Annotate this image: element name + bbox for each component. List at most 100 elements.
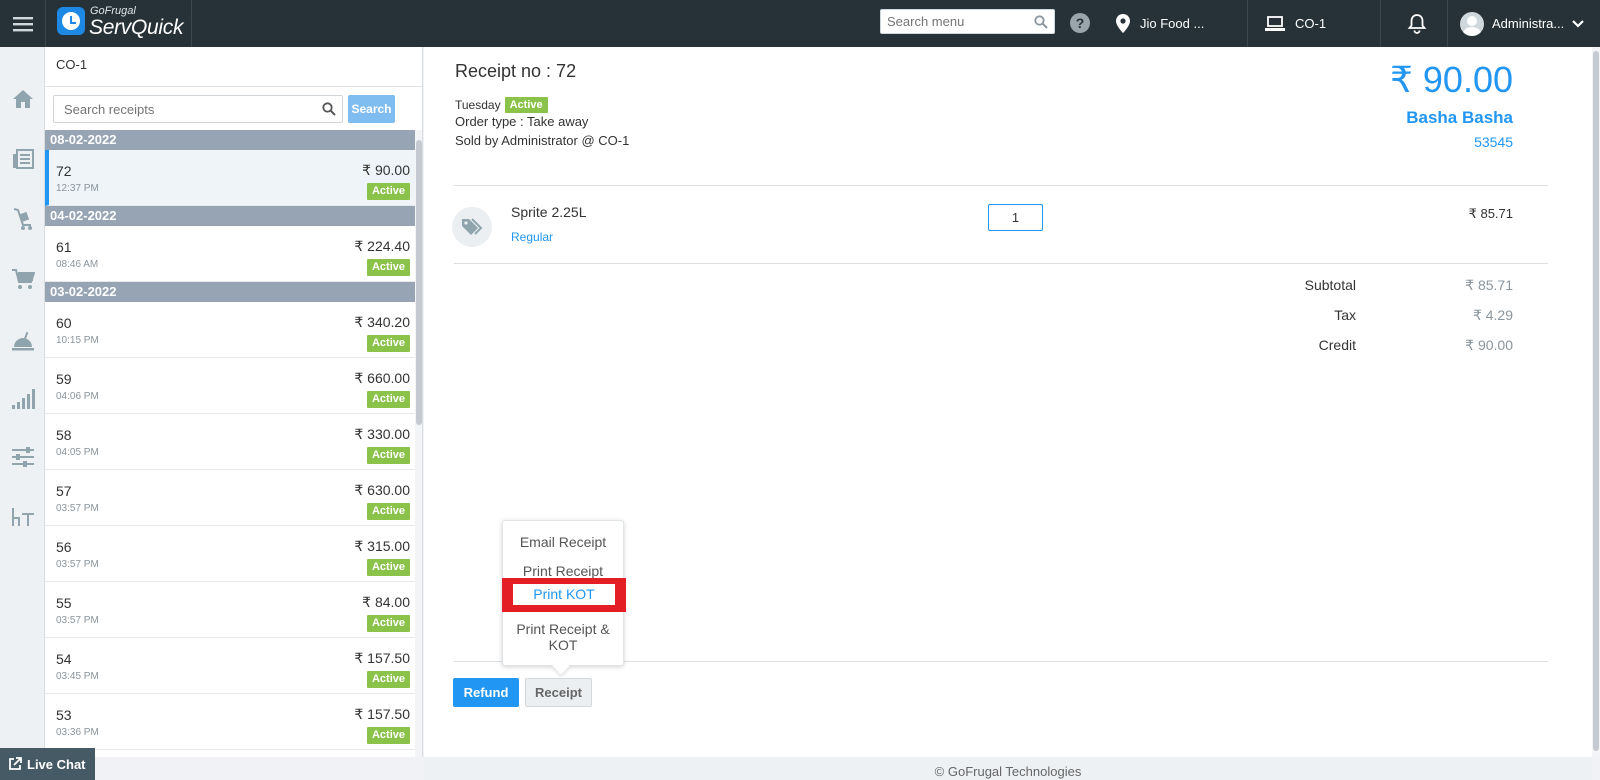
- receipt-amount: ₹ 157.50: [354, 706, 410, 722]
- shopping-cart-icon: [12, 269, 35, 289]
- home-icon: [13, 90, 33, 108]
- receipt-search-input[interactable]: [54, 96, 309, 122]
- receipt-search-button[interactable]: Search: [348, 95, 395, 123]
- notification-bell-icon[interactable]: [1407, 13, 1427, 34]
- date-group-header: 04-02-2022: [45, 206, 415, 226]
- nav-home[interactable]: [11, 87, 35, 111]
- counter-name: CO-1: [1295, 16, 1327, 31]
- menu-item-label: KOT: [548, 637, 578, 653]
- search-icon[interactable]: [322, 102, 336, 116]
- credit-label: Credit: [1318, 337, 1356, 353]
- left-nav-rail: [0, 47, 45, 780]
- tax-value: ₹ 4.29: [1472, 307, 1513, 323]
- cart-trolley-icon: [13, 208, 32, 230]
- receipt-number: 56: [56, 539, 72, 555]
- receipt-number: 54: [56, 651, 72, 667]
- receipt-amount: ₹ 157.50: [354, 650, 410, 666]
- refund-button[interactable]: Refund: [453, 678, 519, 707]
- receipt-dropdown-menu: Email Receipt Print Receipt Print KOT Pr…: [502, 520, 626, 666]
- item-price: ₹ 85.71: [1468, 206, 1513, 221]
- date-group-header: 03-02-2022: [45, 282, 415, 302]
- nav-receipts[interactable]: [11, 147, 35, 171]
- list-panel-header: CO-1: [56, 57, 88, 72]
- status-badge: Active: [366, 335, 410, 352]
- menu-item-print-receipt[interactable]: Print Receipt: [503, 563, 623, 579]
- footer: © GoFrugal Technologies: [424, 757, 1592, 780]
- menu-item-print-kot[interactable]: Print KOT: [513, 584, 615, 605]
- menu-item-email-receipt[interactable]: Email Receipt: [503, 534, 623, 550]
- nav-settings[interactable]: [11, 445, 35, 469]
- topbar-divider: [1380, 0, 1381, 47]
- receipt-time: 12:37 PM: [56, 183, 99, 194]
- credit-value: ₹ 90.00: [1465, 337, 1513, 353]
- top-bar: GoFrugal ServQuick ? Jio Food ... CO-1 A…: [0, 0, 1600, 47]
- status-badge: Active: [366, 183, 410, 200]
- hamburger-menu-button[interactable]: [0, 0, 46, 47]
- receipt-amount: ₹ 660.00: [354, 370, 410, 386]
- live-chat-label: Live Chat: [27, 756, 86, 772]
- nav-kitchen[interactable]: [11, 329, 35, 353]
- status-badge: Active: [366, 671, 410, 688]
- external-link-icon: [9, 757, 22, 770]
- search-menu-input[interactable]: [881, 10, 1029, 33]
- item-variant[interactable]: Regular: [511, 230, 553, 244]
- help-icon[interactable]: ?: [1070, 13, 1090, 33]
- receipt-time: 03:57 PM: [56, 615, 99, 626]
- receipt-amount: ₹ 224.40: [354, 238, 410, 254]
- signal-bars-icon: [12, 389, 35, 409]
- status-badge: Active: [504, 97, 548, 113]
- clock-logo-icon: [57, 7, 85, 35]
- page-scrollbar[interactable]: [1592, 47, 1600, 757]
- counter-selector[interactable]: CO-1: [1265, 0, 1326, 47]
- receipt-row[interactable]: 55 03:57 PM ₹ 84.00 Active: [45, 582, 415, 638]
- status-badge: Active: [366, 447, 410, 464]
- hamburger-icon: [12, 16, 33, 31]
- receipt-row[interactable]: 58 04:05 PM ₹ 330.00 Active: [45, 414, 415, 470]
- receipt-row[interactable]: 57 03:57 PM ₹ 630.00 Active: [45, 470, 415, 526]
- location-name: Jio Food ...: [1140, 16, 1205, 31]
- user-menu[interactable]: Administra...: [1460, 0, 1585, 47]
- receipt-row[interactable]: 53 03:36 PM ₹ 157.50 Active: [45, 694, 415, 750]
- receipt-time: 03:57 PM: [56, 559, 99, 570]
- receipt-button[interactable]: Receipt: [525, 678, 592, 707]
- receipt-number: 60: [56, 315, 72, 331]
- page-scrollbar-thumb[interactable]: [1593, 51, 1599, 751]
- subtotal-label: Subtotal: [1304, 277, 1356, 293]
- receipt-list: 08-02-2022 72 12:37 PM ₹ 90.00 Active 04…: [45, 130, 415, 750]
- list-scrollbar-thumb[interactable]: [416, 140, 422, 425]
- day-label: Tuesday: [455, 98, 501, 112]
- nav-tables[interactable]: [11, 505, 35, 529]
- pos-terminal-icon: [1265, 15, 1285, 31]
- receipt-row[interactable]: 54 03:45 PM ₹ 157.50 Active: [45, 638, 415, 694]
- receipt-amount: ₹ 340.20: [354, 314, 410, 330]
- customer-name[interactable]: Basha Basha: [1406, 108, 1513, 128]
- receipt-number: 57: [56, 483, 72, 499]
- location-selector[interactable]: Jio Food ...: [1116, 0, 1204, 47]
- search-menu-box: [880, 9, 1055, 34]
- receipt-row[interactable]: 56 03:57 PM ₹ 315.00 Active: [45, 526, 415, 582]
- list-scrollbar[interactable]: [415, 130, 422, 757]
- receipt-total: ₹ 90.00: [1390, 59, 1513, 100]
- location-pin-icon: [1116, 14, 1130, 33]
- status-badge: Active: [366, 727, 410, 744]
- receipt-day: Tuesday Active: [455, 97, 548, 113]
- nav-delivery[interactable]: [11, 207, 35, 231]
- receipt-row[interactable]: 72 12:37 PM ₹ 90.00 Active: [45, 150, 415, 206]
- nav-reports[interactable]: [11, 387, 35, 411]
- menu-item-print-receipt-kot[interactable]: Print Receipt & KOT: [503, 621, 623, 653]
- topbar-divider: [1247, 0, 1248, 47]
- status-badge: Active: [366, 503, 410, 520]
- receipt-number: 59: [56, 371, 72, 387]
- receipt-row[interactable]: 61 08:46 AM ₹ 224.40 Active: [45, 226, 415, 282]
- live-chat-button[interactable]: Live Chat: [0, 748, 95, 780]
- nav-orders[interactable]: [11, 267, 35, 291]
- receipt-amount: ₹ 630.00: [354, 482, 410, 498]
- order-type: Order type : Take away: [455, 114, 589, 129]
- receipt-row[interactable]: 60 10:15 PM ₹ 340.20 Active: [45, 302, 415, 358]
- brand-logo[interactable]: GoFrugal ServQuick: [46, 0, 192, 47]
- customer-number[interactable]: 53545: [1474, 134, 1513, 150]
- receipt-row[interactable]: 59 04:06 PM ₹ 660.00 Active: [45, 358, 415, 414]
- search-icon[interactable]: [1034, 15, 1048, 29]
- receipt-search-box: [53, 95, 343, 123]
- quantity-field[interactable]: [988, 204, 1043, 231]
